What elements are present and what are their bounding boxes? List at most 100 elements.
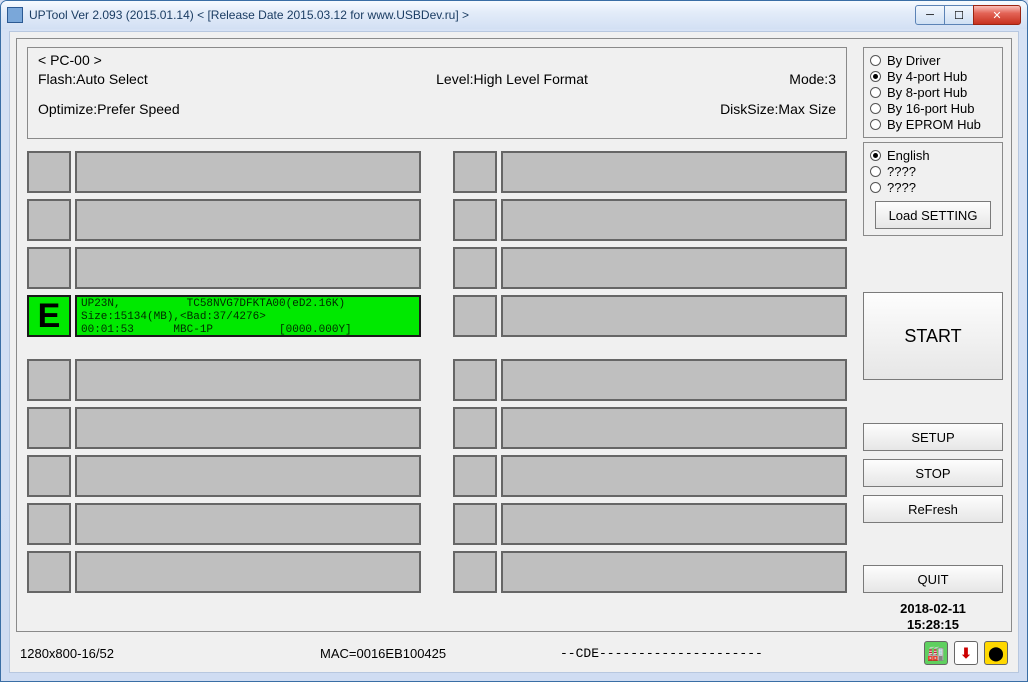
slot-tag (453, 359, 497, 401)
lang-option[interactable]: English (870, 148, 996, 163)
device-slot[interactable] (453, 551, 847, 593)
setup-button[interactable]: SETUP (863, 423, 1003, 451)
radio-icon (870, 71, 881, 82)
minimize-button[interactable]: ─ (915, 5, 945, 25)
slot-body (75, 151, 421, 193)
flash-label: Flash: (38, 71, 76, 87)
maximize-button[interactable]: ☐ (944, 5, 974, 25)
slot-body (501, 455, 847, 497)
device-slot[interactable] (27, 503, 421, 545)
device-slot[interactable] (453, 247, 847, 289)
slot-tag (27, 151, 71, 193)
device-slot-active[interactable]: EUP23N, TC58NVG7DFKTA00(eD2.16K) Size:15… (27, 295, 421, 337)
slot-body (501, 359, 847, 401)
device-slot[interactable] (27, 199, 421, 241)
disksize-label: DiskSize: (720, 101, 778, 117)
slot-body (501, 407, 847, 449)
datetime-display: 2018-02-11 15:28:15 (863, 601, 1003, 632)
slot-tag (453, 295, 497, 337)
slot-tag (453, 455, 497, 497)
start-button[interactable]: START (863, 292, 1003, 380)
slot-body (501, 151, 847, 193)
hub-option[interactable]: By 8-port Hub (870, 85, 996, 100)
factory-icon[interactable]: 🏭 (924, 641, 948, 665)
lang-option-label: ???? (887, 164, 916, 179)
stop-button[interactable]: STOP (863, 459, 1003, 487)
device-slot[interactable] (453, 503, 847, 545)
quit-button[interactable]: QUIT (863, 565, 1003, 593)
hub-option-label: By 8-port Hub (887, 85, 967, 100)
traffic-icon[interactable]: ⬤ (984, 641, 1008, 665)
load-setting-button[interactable]: Load SETTING (875, 201, 991, 229)
slot-body (501, 295, 847, 337)
date-text: 2018-02-11 (863, 601, 1003, 617)
resolution-text: 1280x800-16/52 (20, 646, 320, 661)
time-text: 15:28:15 (863, 617, 1003, 633)
titlebar: UPTool Ver 2.093 (2015.01.14) < [Release… (1, 1, 1027, 29)
device-slot[interactable] (27, 407, 421, 449)
hub-option[interactable]: By 16-port Hub (870, 101, 996, 116)
device-slot[interactable] (27, 455, 421, 497)
level-value: High Level Format (473, 71, 587, 87)
slot-tag: E (27, 295, 71, 337)
slots-area: EUP23N, TC58NVG7DFKTA00(eD2.16K) Size:15… (27, 151, 847, 599)
slot-body (75, 199, 421, 241)
status-bar: 1280x800-16/52 MAC=0016EB100425 --CDE---… (20, 640, 1008, 666)
app-window: UPTool Ver 2.093 (2015.01.14) < [Release… (0, 0, 1028, 682)
device-slot[interactable] (27, 359, 421, 401)
slot-tag (27, 407, 71, 449)
slot-tag (27, 359, 71, 401)
inner-frame: < PC-00 > Flash:Auto Select Level:High L… (16, 38, 1012, 632)
lang-option-label: ???? (887, 180, 916, 195)
slot-body (501, 503, 847, 545)
device-slot[interactable] (453, 199, 847, 241)
slot-body: UP23N, TC58NVG7DFKTA00(eD2.16K) Size:151… (75, 295, 421, 337)
optimize-value: Prefer Speed (97, 101, 180, 117)
lang-option-label: English (887, 148, 930, 163)
device-slot[interactable] (453, 407, 847, 449)
slot-tag (453, 199, 497, 241)
device-slot[interactable] (453, 295, 847, 337)
radio-icon (870, 103, 881, 114)
hub-option-label: By 4-port Hub (887, 69, 967, 84)
client-area: < PC-00 > Flash:Auto Select Level:High L… (9, 31, 1019, 673)
slot-tag (27, 551, 71, 593)
mode-label: Mode: (789, 71, 828, 87)
device-slot[interactable] (453, 455, 847, 497)
slot-body (501, 247, 847, 289)
slot-tag (453, 151, 497, 193)
lang-option[interactable]: ???? (870, 180, 996, 195)
hub-panel: By DriverBy 4-port HubBy 8-port HubBy 16… (863, 47, 1003, 138)
slot-body (75, 407, 421, 449)
radio-icon (870, 55, 881, 66)
hub-option-label: By EPROM Hub (887, 117, 981, 132)
radio-icon (870, 119, 881, 130)
slot-body (501, 199, 847, 241)
device-slot[interactable] (453, 151, 847, 193)
device-slot[interactable] (27, 247, 421, 289)
slot-body (75, 247, 421, 289)
slot-tag (27, 455, 71, 497)
mode-value: 3 (828, 71, 836, 87)
download-icon[interactable]: ⬇ (954, 641, 978, 665)
slot-tag (453, 407, 497, 449)
slot-tag (27, 199, 71, 241)
optimize-label: Optimize: (38, 101, 97, 117)
hub-option[interactable]: By Driver (870, 53, 996, 68)
device-slot[interactable] (27, 551, 421, 593)
refresh-button[interactable]: ReFresh (863, 495, 1003, 523)
slot-tag (27, 247, 71, 289)
close-button[interactable]: ✕ (973, 5, 1021, 25)
hub-option-label: By 16-port Hub (887, 101, 974, 116)
pc-id: < PC-00 > (38, 52, 836, 68)
device-slot[interactable] (453, 359, 847, 401)
lang-option[interactable]: ???? (870, 164, 996, 179)
hub-option[interactable]: By EPROM Hub (870, 117, 996, 132)
slot-body (501, 551, 847, 593)
hub-option[interactable]: By 4-port Hub (870, 69, 996, 84)
mac-text: MAC=0016EB100425 (320, 646, 560, 661)
device-slot[interactable] (27, 151, 421, 193)
info-panel: < PC-00 > Flash:Auto Select Level:High L… (27, 47, 847, 139)
slot-body (75, 455, 421, 497)
hub-option-label: By Driver (887, 53, 940, 68)
